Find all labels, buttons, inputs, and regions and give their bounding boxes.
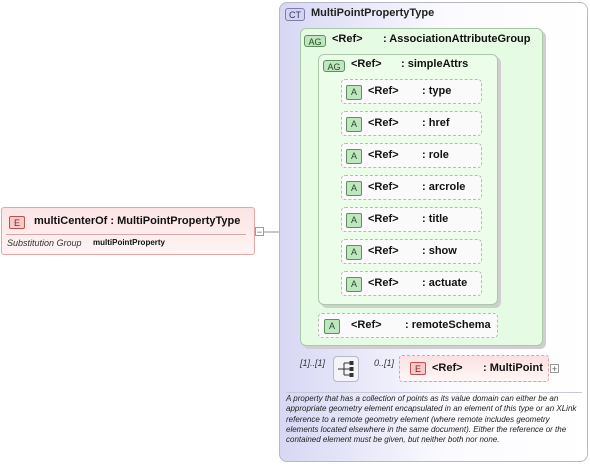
element-badge: E: [9, 216, 25, 229]
element-badge: E: [410, 362, 426, 375]
substitution-group-label: Substitution Group: [7, 238, 82, 248]
element-multipoint[interactable]: E <Ref> : MultiPoint: [399, 355, 549, 382]
attribute-ref: <Ref>: [351, 319, 382, 331]
attribute-badge: A: [346, 85, 362, 100]
attribute-actuate[interactable]: A <Ref> : actuate: [341, 271, 482, 296]
attribute-ref: <Ref>: [368, 277, 399, 289]
attribute-group-ref: <Ref>: [332, 33, 363, 45]
attribute-ref: <Ref>: [368, 181, 399, 193]
attribute-ref: <Ref>: [368, 149, 399, 161]
description-text: A property that has a collection of poin…: [286, 394, 577, 445]
simple-attrs-name: : simpleAttrs: [401, 58, 469, 70]
attribute-ref: <Ref>: [368, 85, 399, 97]
attribute-group-badge: AG: [304, 35, 326, 47]
attribute-badge: A: [346, 181, 362, 196]
substitution-group-value: multiPointProperty: [93, 238, 166, 247]
element-divider: [6, 234, 246, 235]
collapse-icon[interactable]: −: [255, 227, 264, 237]
attribute-type[interactable]: A <Ref> : type: [341, 79, 482, 104]
expand-icon[interactable]: +: [550, 364, 559, 374]
attribute-name: : actuate: [422, 277, 468, 289]
attribute-name: : title: [422, 213, 449, 225]
attribute-arcrole[interactable]: A <Ref> : arcrole: [341, 175, 482, 200]
complex-type-name: MultiPointPropertyType: [311, 7, 435, 19]
attribute-ref: <Ref>: [368, 245, 399, 257]
attribute-badge: A: [346, 117, 362, 132]
attribute-group-name: : AssociationAttributeGroup: [383, 33, 531, 45]
attribute-remote-schema[interactable]: A <Ref> : remoteSchema: [318, 313, 498, 338]
attribute-badge: A: [346, 149, 362, 164]
attribute-name: : type: [422, 85, 452, 97]
description-divider: [286, 392, 582, 393]
attribute-role[interactable]: A <Ref> : role: [341, 143, 482, 168]
attribute-href[interactable]: A <Ref> : href: [341, 111, 482, 136]
element-name: multiCenterOf : MultiPointPropertyType: [34, 215, 241, 227]
attribute-ref: <Ref>: [368, 213, 399, 225]
sequence-compositor[interactable]: [333, 356, 359, 382]
complex-type-badge: CT: [285, 8, 305, 21]
sequence-occurrence: [1]..[1]: [300, 358, 326, 368]
multipoint-name: : MultiPoint: [483, 362, 543, 374]
attribute-title[interactable]: A <Ref> : title: [341, 207, 482, 232]
simple-attrs-badge: AG: [323, 60, 345, 72]
attribute-name: : arcrole: [422, 181, 466, 193]
multipoint-occurrence: 0..[1]: [374, 358, 395, 368]
attribute-badge: A: [346, 245, 362, 260]
attribute-name: : show: [422, 245, 457, 257]
attribute-badge: A: [324, 319, 340, 334]
multipoint-ref: <Ref>: [432, 362, 463, 374]
attribute-name: : remoteSchema: [405, 319, 491, 331]
attribute-ref: <Ref>: [368, 117, 399, 129]
attribute-badge: A: [346, 213, 362, 228]
attribute-name: : role: [422, 149, 449, 161]
simple-attrs-ref: <Ref>: [351, 58, 382, 70]
sequence-icon: [338, 361, 354, 377]
attribute-name: : href: [422, 117, 450, 129]
attribute-show[interactable]: A <Ref> : show: [341, 239, 482, 264]
attribute-badge: A: [346, 277, 362, 292]
element-multi-center-of[interactable]: E multiCenterOf : MultiPointPropertyType…: [1, 207, 255, 255]
